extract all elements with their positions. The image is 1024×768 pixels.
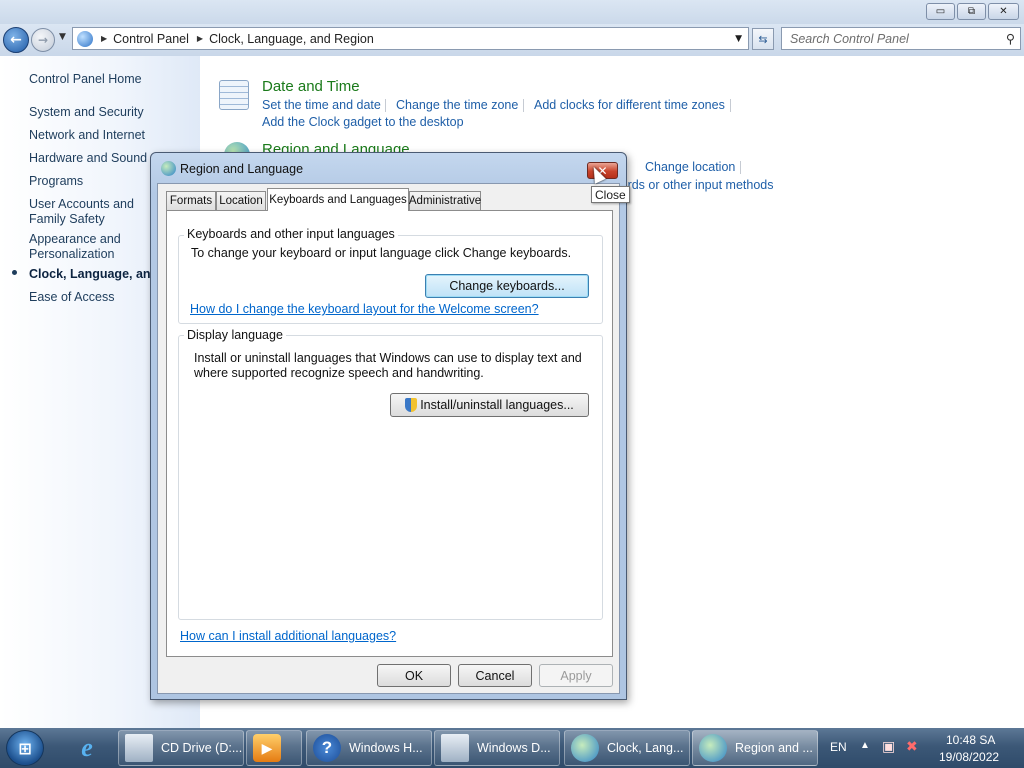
- welcome-keyboard-layout-link[interactable]: How do I change the keyboard layout for …: [190, 302, 539, 316]
- taskbar-item-label: CD Drive (D:...: [161, 741, 243, 755]
- sidebar-item-control-panel-home[interactable]: Control Panel Home: [29, 72, 142, 87]
- dialog-title: Region and Language: [180, 162, 304, 176]
- refresh-button[interactable]: ⇆: [752, 28, 774, 50]
- tab-location[interactable]: Location: [216, 191, 266, 210]
- breadcrumb-clock-language-region[interactable]: Clock, Language, and Region: [209, 32, 374, 46]
- ok-button[interactable]: OK: [377, 664, 451, 687]
- region-language-dialog: Region and Language ✕ Formats Location K…: [150, 152, 627, 700]
- keyboards-group-label: Keyboards and other input languages: [184, 227, 398, 241]
- taskbar-item-region-language[interactable]: Region and ...: [692, 730, 818, 766]
- taskbar-item-clock-language[interactable]: Clock, Lang...: [564, 730, 690, 766]
- refresh-icon: ⇆: [758, 32, 768, 46]
- clock-date[interactable]: 19/08/2022: [939, 750, 999, 764]
- tab-administrative[interactable]: Administrative: [409, 191, 481, 210]
- address-bar[interactable]: ▶ Control Panel ▶ Clock, Language, and R…: [72, 27, 749, 50]
- globe-icon: [161, 161, 176, 176]
- breadcrumb-separator-icon[interactable]: ▶: [101, 34, 107, 43]
- dialog-body: Formats Location Keyboards and Languages…: [157, 183, 620, 694]
- tab-formats[interactable]: Formats: [166, 191, 216, 210]
- current-item-bullet-icon: [12, 270, 17, 275]
- taskbar-item-label: Clock, Lang...: [607, 741, 684, 755]
- link-separator: [730, 99, 731, 112]
- change-location-link[interactable]: Change location: [645, 160, 735, 174]
- sidebar-item-appearance[interactable]: Appearance and Personalization: [29, 232, 139, 262]
- minimize-button[interactable]: ▭: [926, 3, 955, 20]
- sidebar-item-user-accounts[interactable]: User Accounts and Family Safety: [29, 197, 154, 227]
- change-time-zone-link[interactable]: Change the time zone: [396, 98, 518, 112]
- search-placeholder: Search Control Panel: [790, 31, 909, 46]
- internet-explorer-icon[interactable]: e: [72, 733, 102, 762]
- tab-keyboards-languages[interactable]: Keyboards and Languages: [267, 188, 409, 211]
- close-tooltip: Close: [591, 186, 630, 203]
- clock-globe-icon: [571, 734, 599, 762]
- cd-drive-icon: [125, 734, 153, 762]
- tab-panel: Keyboards and other input languages To c…: [166, 210, 613, 657]
- sidebar-item-programs[interactable]: Programs: [29, 174, 83, 189]
- search-icon[interactable]: ⚲: [1006, 31, 1015, 46]
- link-separator: [385, 99, 386, 112]
- control-panel-icon: [77, 30, 93, 47]
- drive-icon: [441, 734, 469, 762]
- change-keyboards-button[interactable]: Change keyboards...: [425, 274, 589, 298]
- sidebar-item-ease-of-access[interactable]: Ease of Access: [29, 290, 114, 305]
- taskbar-item-media-player[interactable]: ▶: [246, 730, 302, 766]
- clock-time[interactable]: 10:48 SA: [946, 733, 995, 747]
- media-player-icon: ▶: [253, 734, 281, 762]
- volume-muted-icon[interactable]: ✖: [906, 738, 918, 755]
- calendar-clock-icon: [219, 80, 249, 110]
- close-button[interactable]: ✕: [988, 3, 1019, 20]
- keyboards-description: To change your keyboard or input languag…: [191, 246, 572, 260]
- maximize-button[interactable]: ⧉: [957, 3, 986, 20]
- link-separator: [523, 99, 524, 112]
- taskbar-item-windows-d[interactable]: Windows D...: [434, 730, 560, 766]
- breadcrumb-separator-icon[interactable]: ▶: [197, 34, 203, 43]
- taskbar-item-label: Windows D...: [477, 741, 551, 755]
- network-error-icon[interactable]: ▣: [882, 738, 895, 755]
- taskbar: ⊞ e CD Drive (D:... ▶ ? Windows H... Wind…: [0, 728, 1024, 768]
- taskbar-item-cd-drive[interactable]: CD Drive (D:...: [118, 730, 244, 766]
- cancel-button[interactable]: Cancel: [458, 664, 532, 687]
- sidebar-item-system-security[interactable]: System and Security: [29, 105, 144, 120]
- display-language-text-1: Install or uninstall languages that Wind…: [194, 351, 582, 365]
- uac-shield-icon: [405, 398, 418, 412]
- back-button[interactable]: ←: [3, 27, 29, 53]
- taskbar-item-label: Windows H...: [349, 741, 423, 755]
- help-icon: ?: [313, 734, 341, 762]
- add-clocks-link[interactable]: Add clocks for different time zones: [534, 98, 725, 112]
- close-icon: ✕: [999, 6, 1008, 17]
- apply-button[interactable]: Apply: [539, 664, 613, 687]
- date-time-title[interactable]: Date and Time: [262, 78, 360, 95]
- forward-button[interactable]: →: [31, 28, 55, 52]
- sidebar-item-network-internet[interactable]: Network and Internet: [29, 128, 145, 143]
- display-language-text-2: where supported recognize speech and han…: [194, 366, 484, 380]
- add-clock-gadget-link[interactable]: Add the Clock gadget to the desktop: [262, 115, 464, 129]
- display-language-label: Display language: [184, 328, 286, 342]
- minimize-icon: ▭: [935, 6, 946, 17]
- breadcrumb-control-panel[interactable]: Control Panel: [113, 32, 189, 46]
- language-indicator[interactable]: EN: [830, 740, 847, 754]
- sidebar-item-hardware-sound[interactable]: Hardware and Sound: [29, 151, 147, 166]
- start-button[interactable]: ⊞: [6, 730, 44, 766]
- windows-logo-icon: ⊞: [18, 738, 32, 758]
- install-additional-languages-link[interactable]: How can I install additional languages?: [180, 629, 396, 643]
- address-dropdown-icon[interactable]: ▼: [735, 34, 742, 44]
- navigation-bar: ← → ▼ ▶ Control Panel ▶ Clock, Language,…: [0, 24, 1024, 56]
- maximize-icon: ⧉: [967, 6, 976, 17]
- window-titlebar: ▭ ⧉ ✕: [0, 0, 1024, 24]
- forward-arrow-icon: →: [37, 33, 49, 47]
- install-uninstall-languages-button[interactable]: Install/uninstall languages...: [390, 393, 589, 417]
- recent-pages-dropdown-icon[interactable]: ▼: [59, 32, 66, 42]
- search-input[interactable]: Search Control Panel ⚲: [781, 27, 1021, 50]
- taskbar-item-windows-help[interactable]: ? Windows H...: [306, 730, 432, 766]
- taskbar-item-label: Region and ...: [735, 741, 813, 755]
- set-time-date-link[interactable]: Set the time and date: [262, 98, 381, 112]
- install-uninstall-label: Install/uninstall languages...: [420, 398, 574, 412]
- back-arrow-icon: ←: [10, 32, 22, 48]
- show-hidden-icons-icon[interactable]: ▲: [860, 740, 870, 751]
- link-separator: [740, 161, 741, 174]
- globe-icon: [699, 734, 727, 762]
